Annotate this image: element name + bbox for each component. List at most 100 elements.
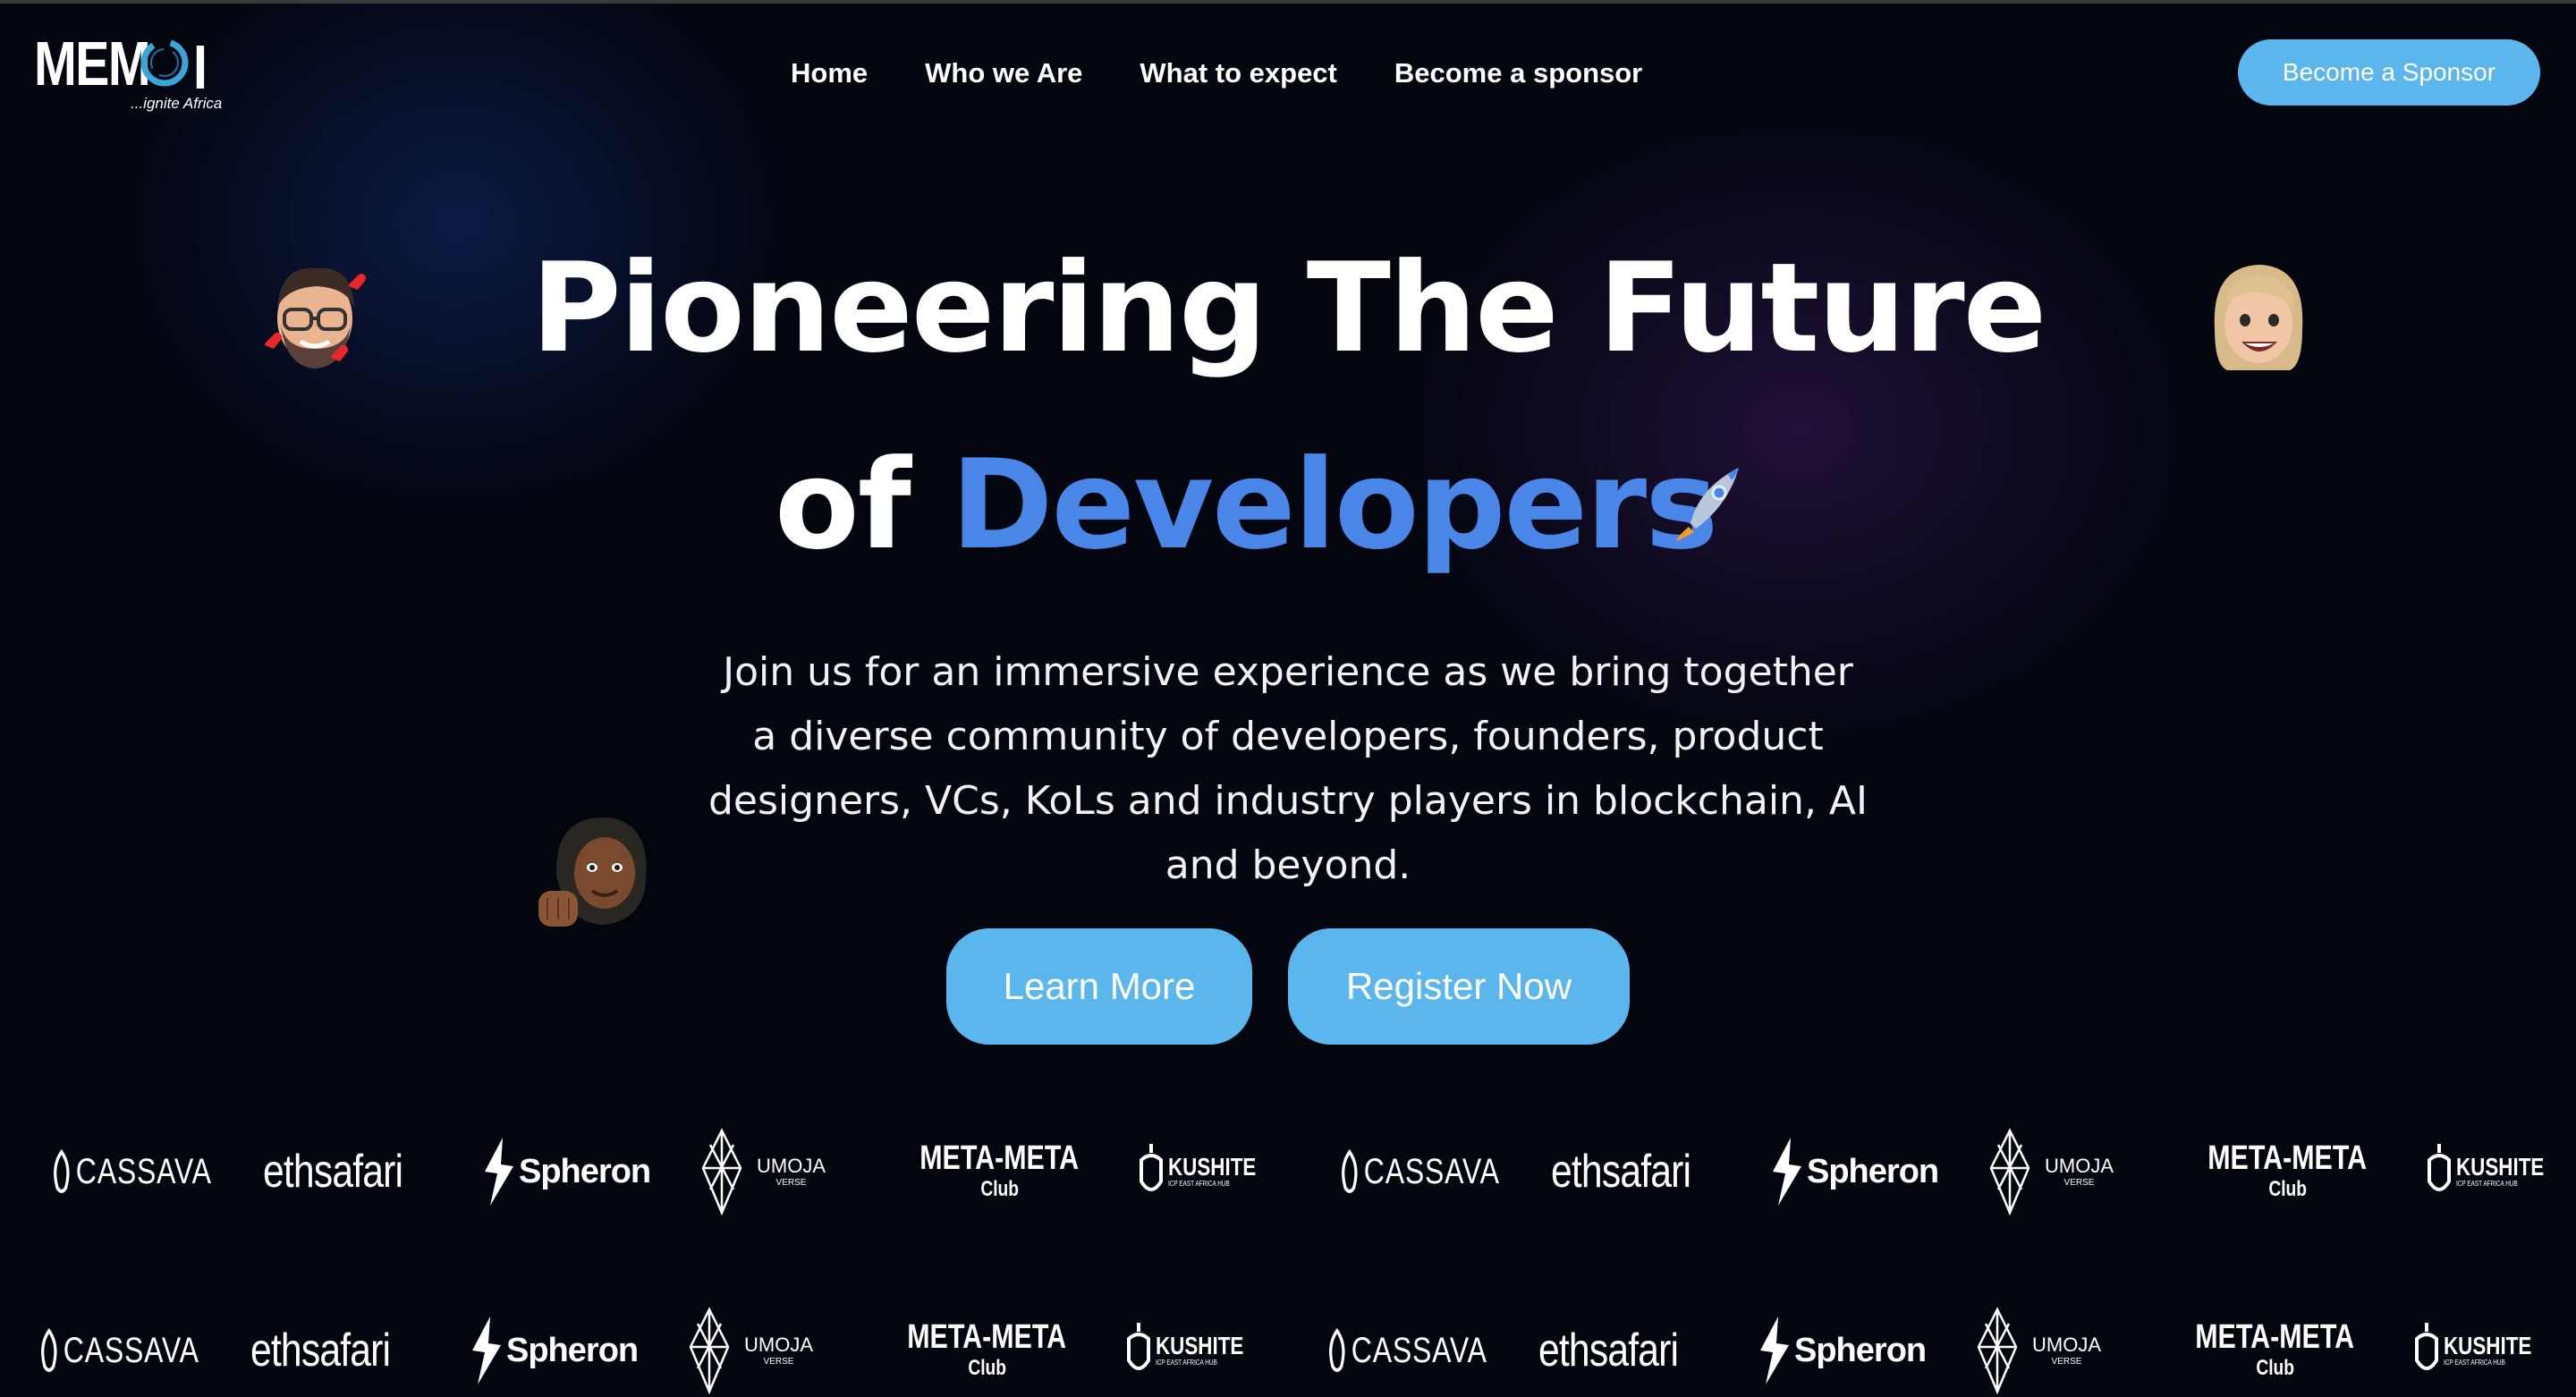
sponsor-cassava[interactable]: CASSAVA [50, 1109, 212, 1234]
sponsor-umoja[interactable]: UMOJA VERSE [1987, 1109, 2114, 1234]
sponsor-cassava[interactable]: CASSAVA [1338, 1109, 1500, 1234]
kushite-text: KUSHITE ICP EAST AFRICA HUB [2456, 1155, 2544, 1189]
learn-more-button[interactable]: Learn More [946, 928, 1252, 1045]
sponsor-umoja-sub: VERSE [763, 1357, 794, 1367]
nav-who-we-are[interactable]: Who we Are [925, 57, 1082, 89]
sponsor-meta-label: META-META [2207, 1139, 2368, 1177]
sponsor-cassava-label: CASSAVA [75, 1151, 212, 1191]
sponsor-spheron-label: Spheron [506, 1331, 639, 1369]
logo-wordmark-i: I [193, 32, 208, 102]
sponsor-umoja-label: UMOJA [2032, 1334, 2101, 1356]
spheron-bolt-icon [1773, 1138, 1801, 1206]
hero-title-accent: Developers [950, 433, 1718, 577]
cassava-leaf-icon [41, 1327, 57, 1372]
sponsor-spheron-label: Spheron [519, 1152, 651, 1190]
sponsor-kushite[interactable]: KUSHITE ICP EAST AFRICA HUB [2413, 1288, 2554, 1397]
sponsor-kushite-label: KUSHITE [1156, 1332, 1244, 1359]
sponsor-strip-1: CASSAVA ethsafari Spheron UMOJA VERSE MET… [0, 1109, 2576, 1234]
nav-what-to-expect[interactable]: What to expect [1140, 57, 1336, 89]
sponsor-cassava-label: CASSAVA [1363, 1151, 1500, 1191]
sponsor-kushite-label: KUSHITE [2444, 1332, 2532, 1359]
umoja-crystal-icon [1977, 1307, 2018, 1395]
spheron-bolt-icon [1760, 1317, 1789, 1384]
sponsor-kushite[interactable]: KUSHITE ICP EAST AFRICA HUB [1125, 1288, 1266, 1397]
rocket-icon [1676, 468, 1739, 541]
hero-title-line1: Pioneering The Future [530, 236, 2047, 380]
kushite-shield-icon [1140, 1144, 1163, 1191]
logo-wordmark: MEM [34, 29, 151, 98]
hero-title-prefix: of [775, 433, 911, 577]
sponsor-meta-label: META-META [2195, 1318, 2355, 1356]
sponsor-spheron[interactable]: Spheron [481, 1109, 651, 1234]
sponsor-kushite[interactable]: KUSHITE ICP EAST AFRICA HUB [2426, 1109, 2566, 1234]
umoja-crystal-icon [1989, 1128, 2030, 1216]
sponsor-kushite-sub: ICP EAST AFRICA HUB [1168, 1180, 1230, 1188]
sponsor-meta-sub: Club [2267, 1177, 2307, 1201]
spheron-bolt-icon [485, 1138, 513, 1206]
sponsor-umoja[interactable]: UMOJA VERSE [699, 1109, 826, 1234]
sponsor-umoja-label: UMOJA [2045, 1155, 2114, 1177]
sponsor-kushite-sub: ICP EAST AFRICA HUB [1156, 1359, 1217, 1367]
umoja-crystal-icon [689, 1307, 730, 1395]
sponsor-ethsafari[interactable]: ethsafari [1538, 1288, 1679, 1397]
landing-page: MEM I ...ignite Africa Home Who we Are W… [0, 0, 2576, 1397]
sponsor-meta-meta[interactable]: META-META Club [2175, 1288, 2374, 1397]
sponsor-umoja-sub: VERSE [775, 1178, 807, 1188]
sponsor-meta-label: META-META [907, 1318, 1067, 1356]
sponsor-strip-2: CASSAVA ethsafari Spheron UMOJA VERSE MET… [0, 1288, 2576, 1397]
sponsor-kushite-label: KUSHITE [1168, 1153, 1257, 1181]
sponsor-spheron-label: Spheron [1807, 1152, 1939, 1190]
kushite-text: KUSHITE ICP EAST AFRICA HUB [1156, 1334, 1243, 1367]
sponsor-cassava-label: CASSAVA [1351, 1330, 1487, 1370]
sponsor-meta-label: META-META [919, 1139, 1080, 1177]
sponsor-umoja-sub: VERSE [2063, 1178, 2095, 1188]
kushite-shield-icon [2428, 1144, 2451, 1191]
spheron-bolt-icon [472, 1317, 501, 1384]
sponsor-ethsafari[interactable]: ethsafari [263, 1109, 403, 1234]
sponsor-umoja-label: UMOJA [744, 1334, 813, 1356]
kushite-shield-icon [1127, 1323, 1150, 1370]
sponsor-umoja-label: UMOJA [757, 1155, 826, 1177]
cassava-leaf-icon [1342, 1148, 1358, 1193]
sponsor-meta-sub: Club [967, 1356, 1006, 1380]
hijab-woman-memoji-icon [538, 817, 647, 927]
memoi-logo[interactable]: MEM I ...ignite Africa [34, 32, 222, 114]
sponsor-spheron-label: Spheron [1794, 1331, 1927, 1369]
cassava-leaf-icon [54, 1148, 70, 1193]
sponsor-spheron[interactable]: Spheron [1757, 1288, 1927, 1397]
sponsor-cassava-label: CASSAVA [63, 1330, 199, 1370]
sponsor-spheron[interactable]: Spheron [1769, 1109, 1939, 1234]
nav-home[interactable]: Home [791, 57, 868, 89]
umoja-crystal-icon [701, 1128, 742, 1216]
sponsor-umoja[interactable]: UMOJA VERSE [687, 1288, 813, 1397]
cassava-leaf-icon [1329, 1327, 1345, 1372]
kushite-text: KUSHITE ICP EAST AFRICA HUB [2444, 1334, 2531, 1367]
umoja-text: UMOJA VERSE [2032, 1334, 2101, 1367]
umoja-text: UMOJA VERSE [757, 1155, 826, 1189]
umoja-text: UMOJA VERSE [2045, 1155, 2114, 1189]
window-top-border [0, 0, 2576, 4]
sponsor-ethsafari[interactable]: ethsafari [1551, 1109, 1691, 1234]
hero-subtitle: Join us for an immersive experience as w… [708, 649, 1868, 888]
sponsor-cassava[interactable]: CASSAVA [38, 1288, 199, 1397]
main-nav: Home Who we Are What to expect Become a … [791, 52, 1642, 95]
nav-become-a-sponsor[interactable]: Become a sponsor [1394, 57, 1642, 89]
sponsor-meta-sub: Club [2255, 1356, 2294, 1380]
sponsor-umoja[interactable]: UMOJA VERSE [1975, 1288, 2101, 1397]
sponsor-meta-meta[interactable]: META-META Club [900, 1109, 1098, 1234]
logo-ring-icon [140, 38, 189, 87]
hero-title-line2: of Developers [775, 429, 1718, 581]
sponsor-ethsafari[interactable]: ethsafari [250, 1288, 391, 1397]
sponsor-kushite-sub: ICP EAST AFRICA HUB [2456, 1180, 2518, 1188]
sponsor-cassava[interactable]: CASSAVA [1326, 1288, 1487, 1397]
sponsor-meta-meta[interactable]: META-META Club [887, 1288, 1086, 1397]
sponsor-meta-sub: Club [979, 1177, 1019, 1201]
kushite-shield-icon [2415, 1323, 2438, 1370]
become-sponsor-button[interactable]: Become a Sponsor [2238, 39, 2540, 106]
sponsor-spheron[interactable]: Spheron [469, 1288, 639, 1397]
sponsor-kushite[interactable]: KUSHITE ICP EAST AFRICA HUB [1138, 1109, 1278, 1234]
sponsor-kushite-label: KUSHITE [2456, 1153, 2545, 1181]
sponsor-umoja-sub: VERSE [2051, 1357, 2082, 1367]
register-now-button[interactable]: Register Now [1288, 928, 1630, 1045]
sponsor-meta-meta[interactable]: META-META Club [2188, 1109, 2386, 1234]
